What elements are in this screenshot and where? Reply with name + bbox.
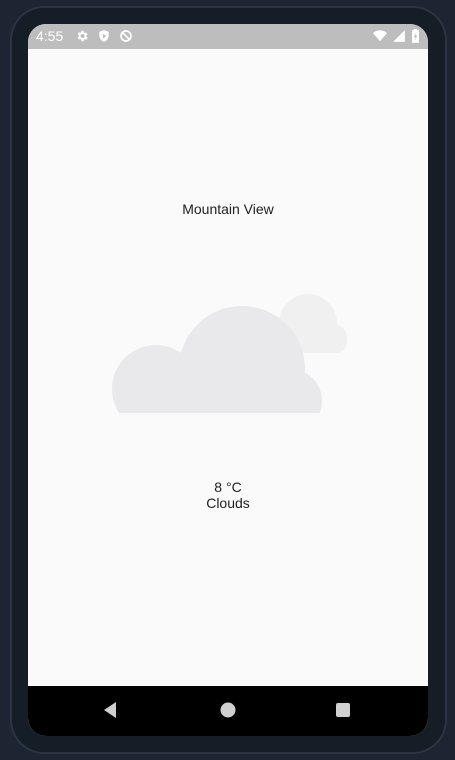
status-time: 4:55 — [36, 28, 64, 44]
back-icon[interactable] — [101, 700, 121, 720]
wifi-icon — [373, 29, 387, 43]
status-bar: 4:55 — [28, 24, 428, 49]
signal-icon — [392, 29, 406, 43]
battery-icon — [411, 29, 420, 43]
home-icon[interactable] — [218, 700, 238, 720]
status-icons-right — [373, 29, 420, 43]
city-name: Mountain View — [182, 201, 274, 217]
weather-description: Clouds — [206, 495, 250, 511]
weather-content: Mountain View 8 °C Clouds — [28, 49, 428, 686]
gear-icon — [75, 29, 89, 43]
temperature: 8 °C — [214, 479, 242, 495]
navigation-bar — [28, 686, 428, 736]
status-icons-left — [75, 29, 133, 43]
play-protect-icon — [97, 29, 111, 43]
recents-icon[interactable] — [333, 700, 353, 720]
clouds-icon — [112, 271, 348, 433]
data-saver-icon — [119, 29, 133, 43]
phone-screen: 4:55 Mountain View 8 °C Clouds — [28, 24, 428, 736]
